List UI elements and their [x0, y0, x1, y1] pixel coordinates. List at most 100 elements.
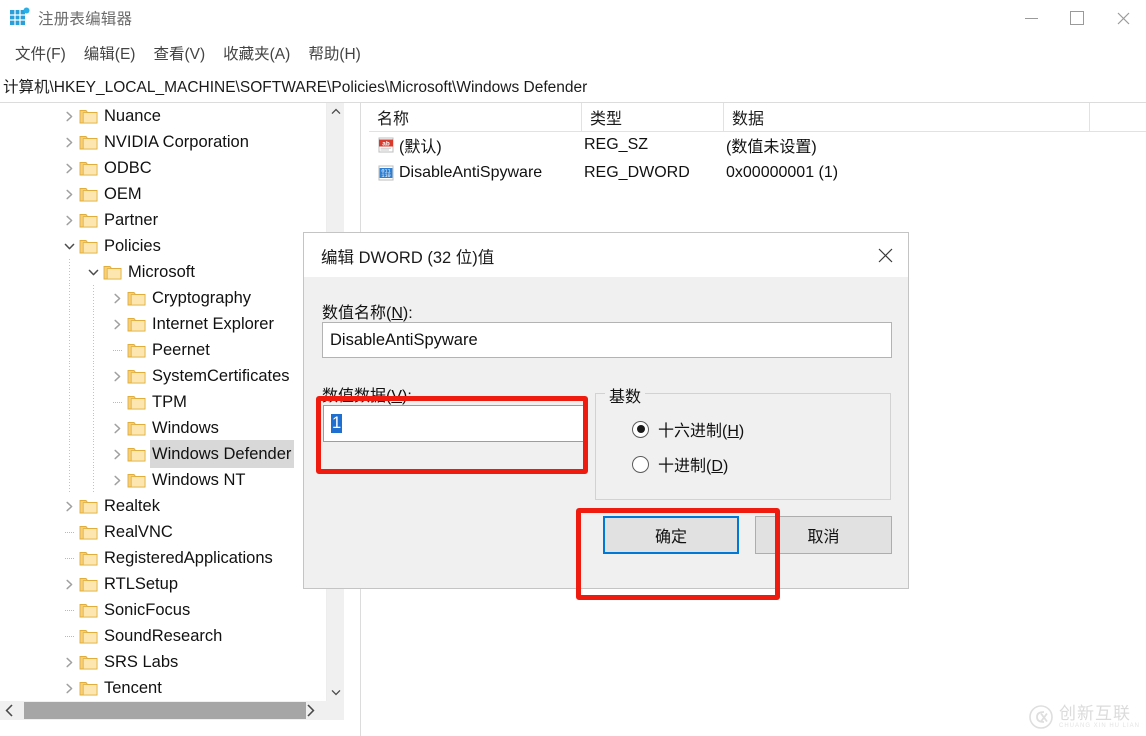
- tree-expander-collapsed[interactable]: [60, 155, 78, 181]
- tree-item-soundresearch[interactable]: SoundResearch: [0, 623, 344, 649]
- dword-value-icon: 011110: [377, 164, 395, 182]
- tree-item-partner[interactable]: Partner: [0, 207, 344, 233]
- tree-item-label: Peernet: [152, 341, 210, 359]
- tree-expander-collapsed[interactable]: [108, 285, 126, 311]
- column-header-data[interactable]: 数据: [724, 103, 1090, 131]
- scroll-down-button[interactable]: [327, 684, 344, 701]
- ok-button[interactable]: 确定: [603, 516, 739, 554]
- folder-icon: [78, 623, 98, 649]
- tree-item-nuance[interactable]: Nuance: [0, 103, 344, 129]
- registry-tree[interactable]: Nuance NVIDIA Corporation ODBC OEM Partner Po…: [0, 103, 344, 701]
- tree-item-label: SystemCertificates: [152, 367, 290, 385]
- tree-item-label: RealVNC: [104, 523, 173, 541]
- folder-icon: [126, 467, 146, 493]
- tree-item-tpm[interactable]: TPM: [0, 389, 344, 415]
- folder-icon: [102, 259, 122, 285]
- menu-help[interactable]: 帮助(H): [300, 39, 369, 67]
- radio-decimal[interactable]: 十进制(D): [632, 452, 728, 476]
- column-header-type[interactable]: 类型: [582, 103, 724, 131]
- dialog-close-button[interactable]: [862, 233, 908, 277]
- tree-expander-collapsed[interactable]: [108, 363, 126, 389]
- folder-icon: [78, 649, 98, 675]
- dialog-title-bar: 编辑 DWORD (32 位)值: [304, 233, 908, 277]
- tree-item-cryptography[interactable]: Cryptography: [0, 285, 344, 311]
- tree-expander-collapsed[interactable]: [108, 467, 126, 493]
- tree-item-internet-explorer[interactable]: Internet Explorer: [0, 311, 344, 337]
- tree-item-windows-nt[interactable]: Windows NT: [0, 467, 344, 493]
- tree-item-label: ODBC: [104, 159, 152, 177]
- svg-text:ab: ab: [382, 141, 390, 148]
- tree-item-label: RegisteredApplications: [104, 549, 273, 567]
- folder-icon: [126, 415, 146, 441]
- cancel-button[interactable]: 取消: [755, 516, 892, 554]
- tree-hscroll-thumb[interactable]: [24, 702, 306, 719]
- tree-item-windows-defender[interactable]: Windows Defender: [0, 440, 344, 468]
- tree-expander-collapsed[interactable]: [60, 207, 78, 233]
- value-type: REG_DWORD: [584, 164, 690, 181]
- tree-expander-collapsed[interactable]: [60, 571, 78, 597]
- tree-expander-collapsed[interactable]: [60, 675, 78, 701]
- tree-expander-collapsed[interactable]: [108, 311, 126, 337]
- tree-item-label: NVIDIA Corporation: [104, 133, 249, 151]
- column-header-name[interactable]: 名称: [369, 103, 582, 131]
- tree-item-registeredapplications[interactable]: RegisteredApplications: [0, 545, 344, 571]
- tree-item-sonicfocus[interactable]: SonicFocus: [0, 597, 344, 623]
- tree-item-systemcertificates[interactable]: SystemCertificates: [0, 363, 344, 389]
- scroll-right-button[interactable]: [301, 701, 320, 720]
- value-name-input[interactable]: DisableAntiSpyware: [322, 322, 892, 358]
- tree-item-label: SoundResearch: [104, 627, 223, 645]
- maximize-button[interactable]: [1054, 0, 1100, 36]
- tree-horizontal-scrollbar[interactable]: [0, 701, 344, 720]
- scroll-up-button[interactable]: [327, 103, 344, 120]
- address-bar[interactable]: 计算机\HKEY_LOCAL_MACHINE\SOFTWARE\Policies…: [0, 70, 1146, 103]
- close-button[interactable]: [1100, 0, 1146, 36]
- tree-item-oem[interactable]: OEM: [0, 181, 344, 207]
- tree-item-microsoft[interactable]: Microsoft: [0, 259, 344, 285]
- title-bar: 注册表编辑器: [0, 0, 1146, 36]
- menu-view[interactable]: 查看(V): [145, 39, 213, 67]
- folder-icon: [78, 207, 98, 233]
- tree-item-srs-labs[interactable]: SRS Labs: [0, 649, 344, 675]
- tree-expander-collapsed[interactable]: [108, 415, 126, 441]
- ok-button-label: 确定: [654, 529, 687, 546]
- radio-hexadecimal[interactable]: 十六进制(H): [632, 417, 744, 441]
- tree-item-realtek[interactable]: Realtek: [0, 493, 344, 519]
- value-data: 0x00000001 (1): [726, 164, 839, 181]
- menu-edit[interactable]: 编辑(E): [76, 39, 144, 67]
- tree-expander-collapsed[interactable]: [60, 181, 78, 207]
- watermark-text: 创新互联: [1058, 703, 1131, 723]
- tree-expander-collapsed[interactable]: [108, 441, 126, 467]
- registry-value-list[interactable]: ab (默认) REG_SZ (数值未设置) 011 110 DisableAntiSpyw…: [369, 131, 1146, 187]
- scroll-left-button[interactable]: [0, 701, 19, 720]
- tree-item-label: Microsoft: [128, 263, 195, 281]
- tree-expander-collapsed[interactable]: [60, 649, 78, 675]
- tree-item-policies[interactable]: Policies: [0, 233, 344, 259]
- tree-item-realvnc[interactable]: RealVNC: [0, 519, 344, 545]
- tree-leaf-stub: [60, 597, 78, 623]
- minimize-button[interactable]: [1008, 0, 1054, 36]
- tree-item-peernet[interactable]: Peernet: [0, 337, 344, 363]
- tree-expander-expanded[interactable]: [84, 259, 102, 285]
- tree-item-windows[interactable]: Windows: [0, 415, 344, 441]
- menu-file[interactable]: 文件(F): [7, 39, 74, 67]
- radio-hexadecimal-label: 十六进制(H): [658, 423, 745, 440]
- tree-item-nvidia-corporation[interactable]: NVIDIA Corporation: [0, 129, 344, 155]
- folder-icon: [78, 597, 98, 623]
- value-data-input[interactable]: 1: [323, 405, 587, 442]
- tree-expander-expanded[interactable]: [60, 233, 78, 259]
- tree-leaf-stub: [60, 545, 78, 571]
- tree-expander-collapsed[interactable]: [60, 103, 78, 129]
- tree-item-label: Windows Defender: [150, 440, 295, 468]
- list-item[interactable]: 011 110 DisableAntiSpyware REG_DWORD 0x00000…: [369, 159, 1146, 187]
- menu-favorites[interactable]: 收藏夹(A): [215, 39, 298, 67]
- tree-item-tencent[interactable]: Tencent: [0, 675, 344, 701]
- list-header: 名称 类型 数据: [369, 103, 1146, 132]
- folder-icon: [78, 103, 98, 129]
- tree-expander-collapsed[interactable]: [60, 493, 78, 519]
- tree-item-label: OEM: [104, 185, 142, 203]
- tree-item-odbc[interactable]: ODBC: [0, 155, 344, 181]
- list-item[interactable]: ab (默认) REG_SZ (数值未设置): [369, 131, 1146, 159]
- tree-item-rtlsetup[interactable]: RTLSetup: [0, 571, 344, 597]
- tree-expander-collapsed[interactable]: [60, 129, 78, 155]
- watermark-logo-icon: [1029, 705, 1053, 729]
